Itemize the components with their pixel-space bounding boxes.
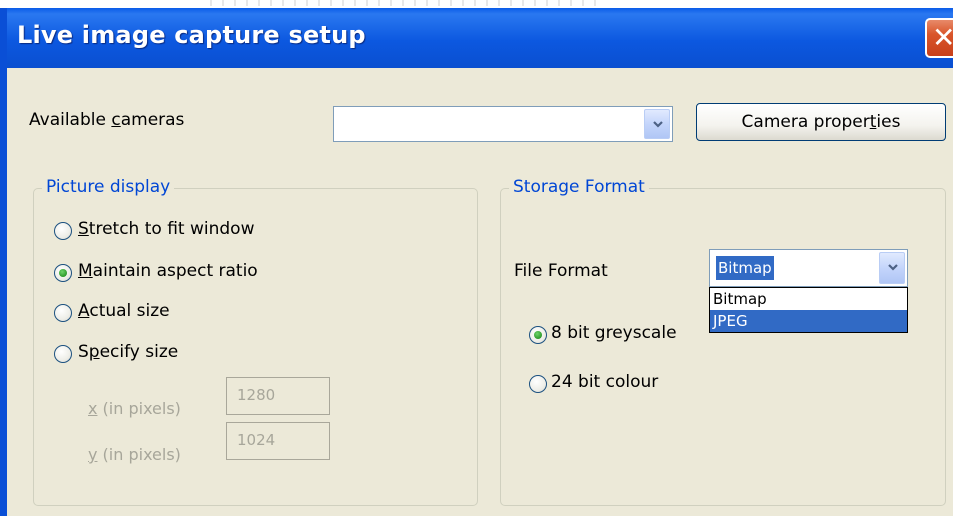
specify-size-radio[interactable]: [54, 345, 72, 363]
file-format-combo[interactable]: Bitmap: [709, 249, 908, 287]
close-icon: ✕: [932, 21, 953, 54]
file-format-label: File Format: [514, 261, 608, 281]
dialog-client-area: Available cameras Camera properties Pict…: [7, 68, 953, 516]
file-format-option-bitmap[interactable]: Bitmap: [710, 288, 907, 310]
access-key: A: [78, 301, 90, 321]
radio-selected-dot: [534, 331, 542, 339]
button-text: Camera proper: [741, 112, 870, 132]
label-text: S: [78, 342, 89, 362]
24-bit-colour-label[interactable]: 24 bit colour: [551, 372, 658, 392]
chevron-down-icon: [888, 264, 898, 271]
radio-selected-dot: [59, 269, 67, 277]
label-text: ctual size: [89, 301, 170, 321]
x-pixels-input[interactable]: 1280: [226, 377, 330, 415]
24-bit-colour-radio[interactable]: [529, 375, 547, 393]
chevron-down-icon: [653, 121, 663, 128]
file-format-dropdown-list: Bitmap JPEG: [709, 287, 908, 333]
x-pixels-label: x (in pixels): [88, 399, 181, 418]
access-key: S: [78, 219, 89, 239]
camera-properties-button[interactable]: Camera properties: [696, 103, 946, 141]
label-text: ecify size: [99, 342, 179, 362]
y-pixels-label: y (in pixels): [88, 445, 181, 464]
8-bit-greyscale-label[interactable]: 8 bit greyscale: [551, 323, 677, 343]
y-pixels-input[interactable]: 1024: [226, 422, 330, 460]
maintain-aspect-label[interactable]: Maintain aspect ratio: [78, 261, 258, 281]
8-bit-greyscale-radio[interactable]: [529, 326, 547, 344]
maintain-aspect-radio[interactable]: [54, 264, 72, 282]
label-text: ameras: [120, 110, 185, 130]
specify-size-label[interactable]: Specify size: [78, 342, 178, 362]
access-key: M: [78, 261, 93, 281]
storage-format-title: Storage Format: [509, 177, 649, 197]
button-text: ies: [876, 112, 901, 132]
background-window-edge: [200, 0, 600, 6]
actual-size-label[interactable]: Actual size: [78, 301, 170, 321]
dialog-title: Live image capture setup: [17, 21, 366, 49]
storage-format-group: Storage Format File Format Bitmap Bitmap…: [500, 177, 946, 506]
label-text: Available: [29, 110, 112, 130]
screen: Live image capture setup ✕ Available cam…: [0, 0, 953, 516]
close-button[interactable]: ✕: [925, 18, 953, 58]
available-cameras-label: Available cameras: [29, 110, 184, 130]
cameras-dropdown-button[interactable]: [644, 109, 670, 139]
stretch-radio[interactable]: [54, 222, 72, 240]
label-text: aintain aspect ratio: [92, 261, 258, 281]
access-key: p: [88, 342, 100, 362]
available-cameras-combo[interactable]: [333, 106, 673, 142]
picture-display-group: Picture display Stretch to fit window Ma…: [33, 177, 478, 506]
picture-display-title: Picture display: [42, 177, 175, 197]
title-bar[interactable]: Live image capture setup ✕: [7, 8, 953, 68]
label-text: (in pixels): [97, 445, 181, 464]
file-format-option-jpeg[interactable]: JPEG: [710, 310, 907, 332]
file-format-selected-value: Bitmap: [716, 256, 774, 280]
access-key: c: [111, 110, 121, 130]
stretch-label[interactable]: Stretch to fit window: [78, 219, 254, 239]
file-format-dropdown-button[interactable]: [879, 252, 905, 284]
actual-size-radio[interactable]: [54, 304, 72, 322]
label-text: (in pixels): [97, 399, 181, 418]
label-text: tretch to fit window: [88, 219, 255, 239]
live-image-capture-setup-dialog: Live image capture setup ✕ Available cam…: [0, 8, 953, 516]
